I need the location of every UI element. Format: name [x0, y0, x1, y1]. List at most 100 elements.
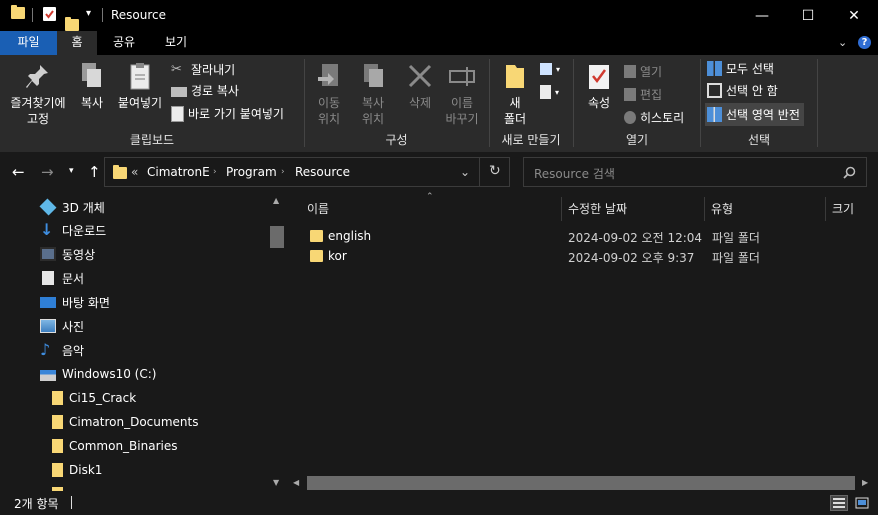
back-arrow-icon[interactable]: ←: [12, 163, 25, 181]
column-header-type[interactable]: 유형: [711, 200, 733, 217]
address-bar[interactable]: « CimatronE › Program › Resource ⌄ ↻: [104, 157, 510, 187]
search-box[interactable]: Resource 검색: [523, 157, 867, 187]
nav-item-folder[interactable]: Ci15_Crack: [52, 387, 136, 409]
invert-selection-button[interactable]: 선택 영역 반전: [705, 103, 804, 126]
folder-icon: [52, 391, 63, 405]
select-group: 모두 선택 선택 안 함 선택 영역 반전 선택: [701, 55, 817, 152]
breadcrumb-item[interactable]: Program: [226, 165, 277, 179]
column-header-size[interactable]: 크기: [832, 200, 854, 217]
breadcrumb-item[interactable]: CimatronE: [147, 165, 210, 179]
nav-item-folder[interactable]: Common_Binaries: [52, 435, 177, 457]
new-folder-button[interactable]: 새 폴더: [498, 61, 532, 127]
move-to-button[interactable]: 이동 위치: [309, 61, 349, 127]
tab-file[interactable]: 파일: [0, 31, 57, 55]
new-folder-quick-icon[interactable]: [65, 17, 79, 31]
tab-home[interactable]: 홈: [57, 31, 97, 55]
divider[interactable]: [561, 197, 562, 221]
edit-button[interactable]: 편집: [624, 86, 662, 103]
nav-item-music[interactable]: ♪ 음악: [40, 339, 84, 361]
nav-item-videos[interactable]: 동영상: [40, 243, 95, 265]
recent-locations-icon[interactable]: ▾: [69, 166, 74, 176]
cut-button[interactable]: ✂ 잘라내기: [171, 61, 235, 78]
divider[interactable]: [704, 197, 705, 221]
properties-quick-icon[interactable]: [43, 7, 56, 21]
address-dropdown-icon[interactable]: ⌄: [460, 165, 470, 179]
desktop-icon: [40, 296, 56, 308]
scroll-left-icon[interactable]: ◀: [293, 478, 299, 487]
nav-item-label: Windows10 (C:): [62, 367, 157, 381]
breadcrumb-item[interactable]: Resource: [295, 165, 350, 179]
pin-to-quick-access-button[interactable]: 즐겨찾기에 고정: [6, 61, 70, 127]
close-button[interactable]: ✕: [831, 0, 877, 31]
nav-item-folder[interactable]: Cimatron_Documents: [52, 411, 199, 433]
tab-view[interactable]: 보기: [155, 31, 197, 55]
copy-path-button[interactable]: 경로 복사: [171, 82, 239, 99]
scroll-right-icon[interactable]: ▶: [862, 478, 868, 487]
breadcrumb-separator-icon[interactable]: ›: [213, 167, 217, 177]
search-icon[interactable]: [843, 166, 856, 179]
customize-quick-access-icon[interactable]: ▾: [86, 8, 91, 19]
minimize-button[interactable]: —: [739, 0, 785, 31]
scroll-down-icon[interactable]: ▼: [273, 478, 279, 487]
paste-shortcut-label: 바로 가기 붙여넣기: [188, 107, 284, 121]
new-item-button[interactable]: ▾: [540, 63, 560, 75]
tab-share[interactable]: 공유: [103, 31, 145, 55]
ribbon-collapse-icon[interactable]: ⌄: [838, 36, 847, 49]
nav-item-documents[interactable]: 문서: [40, 267, 84, 289]
nav-item-pictures[interactable]: 사진: [40, 315, 84, 337]
help-icon[interactable]: ?: [858, 36, 871, 49]
column-header-date[interactable]: 수정한 날짜: [568, 200, 627, 217]
select-all-button[interactable]: 모두 선택: [707, 60, 774, 77]
folder-icon: [113, 165, 127, 179]
file-row[interactable]: english 2024-09-02 오전 12:04 파일 폴더: [308, 227, 868, 247]
nav-item-downloads[interactable]: ↓ 다운로드: [40, 219, 106, 241]
open-label: 열기: [640, 65, 663, 79]
history-button[interactable]: 히스토리: [624, 109, 684, 126]
ribbon-tabs: 파일 홈 공유 보기 ⌄ ?: [0, 31, 878, 55]
nav-pane-scroll-thumb[interactable]: [270, 226, 284, 248]
video-icon: [40, 247, 56, 261]
folder-icon: [310, 250, 323, 262]
scroll-up-icon[interactable]: ▲: [273, 196, 279, 205]
easy-access-button[interactable]: ▾: [540, 85, 559, 99]
paste-button[interactable]: 붙여넣기: [114, 61, 166, 111]
up-arrow-icon[interactable]: ↑: [88, 163, 101, 181]
3d-objects-icon: [39, 198, 57, 216]
history-label: 히스토리: [640, 111, 685, 125]
copy-to-icon: [358, 61, 388, 91]
organize-group-label: 구성: [385, 133, 408, 147]
large-icons-view-icon[interactable]: [853, 495, 871, 511]
file-row[interactable]: kor 2024-09-02 오후 9:37 파일 폴더: [308, 247, 868, 267]
nav-item-3d-objects[interactable]: 3D 개체: [39, 196, 105, 218]
divider: [479, 158, 480, 186]
horizontal-scroll-thumb[interactable]: [307, 476, 855, 490]
maximize-button[interactable]: ☐: [785, 0, 831, 31]
invert-selection-label: 선택 영역 반전: [726, 108, 800, 122]
rename-button[interactable]: 이름 바꾸기: [441, 61, 483, 127]
select-none-button[interactable]: 선택 안 함: [707, 82, 778, 99]
copy-path-icon: [171, 87, 187, 97]
nav-item-drive-c[interactable]: Windows10 (C:): [40, 363, 156, 385]
download-icon: ↓: [40, 220, 54, 239]
paste-shortcut-button[interactable]: 바로 가기 붙여넣기: [171, 105, 284, 122]
breadcrumb-overflow[interactable]: «: [131, 165, 138, 179]
nav-item-folder[interactable]: Disk1: [52, 459, 102, 481]
nav-item-desktop[interactable]: 바탕 화면: [40, 291, 110, 313]
properties-button[interactable]: 속성: [582, 61, 616, 111]
divider: [102, 8, 103, 22]
details-view-icon[interactable]: [830, 495, 848, 511]
copy-button[interactable]: 복사: [76, 61, 108, 111]
divider[interactable]: [825, 197, 826, 221]
delete-button[interactable]: 삭제: [403, 61, 437, 111]
nav-item-label: 다운로드: [62, 223, 107, 238]
refresh-icon[interactable]: ↻: [489, 163, 501, 179]
paste-label: 붙여넣기: [117, 96, 163, 110]
rename-label: 이름 바꾸기: [445, 96, 479, 126]
open-button[interactable]: 열기: [624, 63, 662, 80]
copy-to-button[interactable]: 복사 위치: [353, 61, 393, 127]
new-folder-label: 새 폴더: [503, 96, 527, 126]
search-input[interactable]: Resource 검색: [534, 165, 615, 182]
column-header-name[interactable]: 이름: [307, 200, 329, 217]
forward-arrow-icon[interactable]: →: [41, 163, 54, 181]
breadcrumb-separator-icon[interactable]: ›: [281, 167, 285, 177]
